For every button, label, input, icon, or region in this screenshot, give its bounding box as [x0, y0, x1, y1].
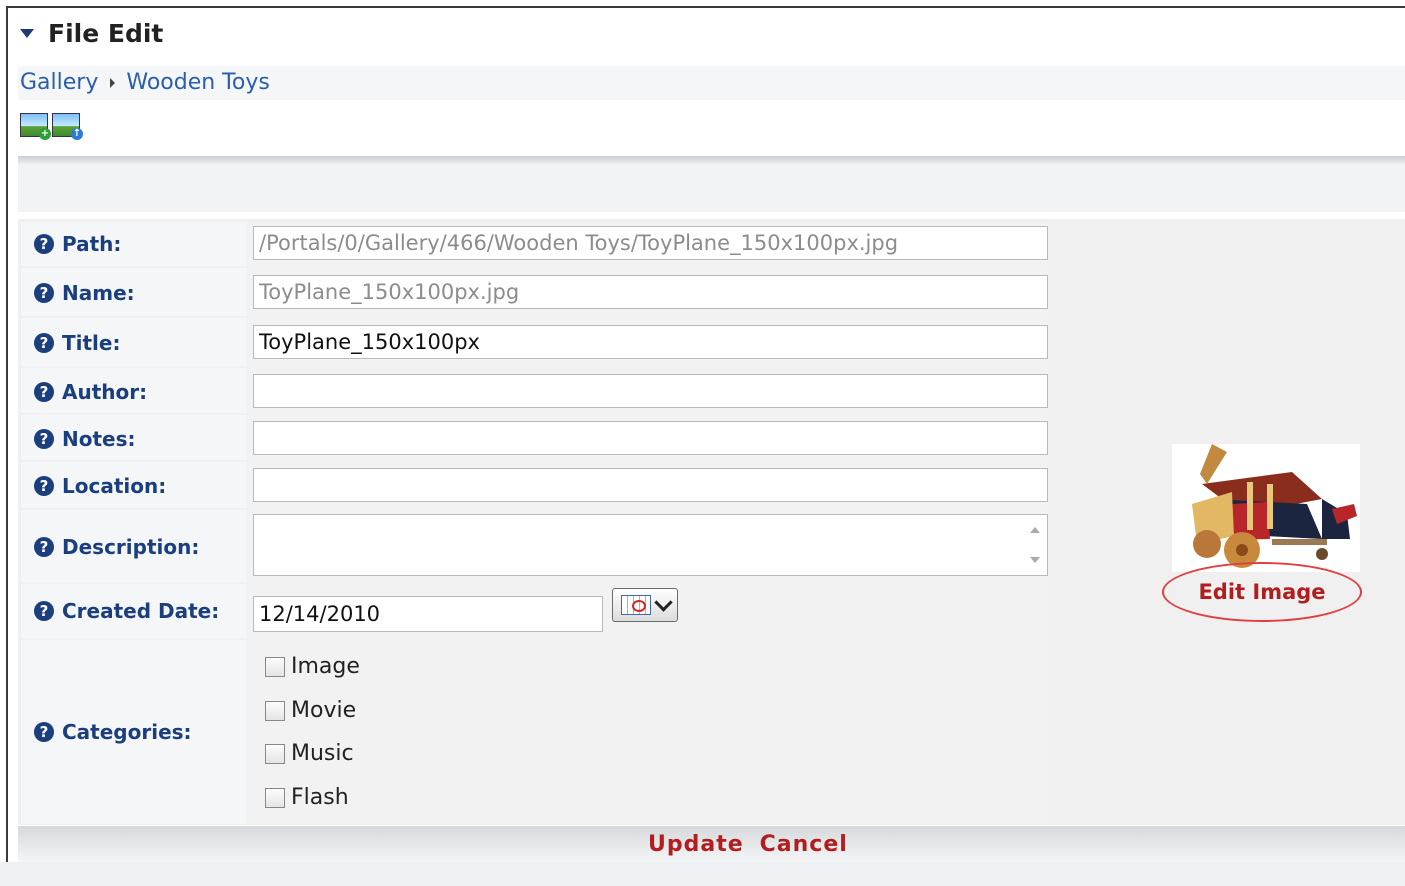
scrollbar[interactable]: [1025, 517, 1045, 573]
category-movie-option[interactable]: Movie: [265, 698, 356, 723]
help-icon[interactable]: ?: [34, 601, 54, 621]
category-music-option[interactable]: Music: [265, 741, 354, 766]
notes-label: ? Notes:: [34, 427, 136, 451]
toy-plane-picture: [1172, 444, 1360, 572]
help-icon[interactable]: ?: [34, 476, 54, 496]
location-label: ? Location:: [34, 474, 166, 498]
name-label: ? Name:: [34, 281, 135, 305]
help-icon[interactable]: ?: [34, 722, 54, 742]
toolbar-separator: [18, 156, 1405, 164]
breadcrumb-separator-icon: [110, 77, 116, 88]
checkbox[interactable]: [265, 743, 285, 764]
scroll-down-icon[interactable]: [1030, 557, 1040, 563]
description-label: ? Description:: [34, 535, 199, 559]
category-flash-option[interactable]: Flash: [265, 785, 349, 810]
help-icon[interactable]: ?: [34, 382, 54, 402]
edit-image-link[interactable]: Edit Image: [1162, 562, 1362, 622]
calendar-icon: [620, 595, 651, 615]
path-label: ? Path:: [34, 232, 121, 256]
toolbar: + ↑: [20, 113, 83, 140]
help-icon[interactable]: ?: [34, 429, 54, 449]
help-icon[interactable]: ?: [34, 333, 54, 353]
location-field[interactable]: [253, 468, 1048, 502]
help-icon[interactable]: ?: [34, 283, 54, 303]
notes-field[interactable]: [253, 421, 1048, 455]
scroll-up-icon[interactable]: [1030, 527, 1040, 533]
image-thumbnail[interactable]: [1172, 444, 1360, 572]
created-date-label: ? Created Date:: [34, 599, 219, 623]
help-icon[interactable]: ?: [34, 234, 54, 254]
checkbox[interactable]: [265, 787, 285, 808]
title-label: ? Title:: [34, 331, 120, 355]
path-field[interactable]: [253, 226, 1048, 260]
checkbox[interactable]: [265, 656, 285, 677]
categories-label: ? Categories:: [34, 720, 192, 744]
author-field[interactable]: [253, 374, 1048, 408]
checkbox[interactable]: [265, 700, 285, 721]
created-date-field[interactable]: [253, 596, 603, 632]
add-image-icon[interactable]: +: [20, 113, 51, 140]
update-button[interactable]: Update: [648, 832, 744, 857]
chevron-down-icon: [653, 592, 673, 612]
form-actions: Update Cancel: [648, 832, 848, 857]
title-field[interactable]: [253, 325, 1048, 359]
author-label: ? Author:: [34, 380, 147, 404]
breadcrumb-album-link[interactable]: Wooden Toys: [126, 70, 269, 95]
spacer-band: [18, 164, 1405, 212]
name-field[interactable]: [253, 275, 1048, 309]
upload-image-icon[interactable]: ↑: [52, 113, 83, 140]
cancel-button[interactable]: Cancel: [760, 832, 848, 857]
module-title: File Edit: [48, 18, 164, 48]
breadcrumb: Gallery Wooden Toys: [20, 70, 270, 95]
calendar-picker-button[interactable]: [612, 588, 678, 622]
description-field[interactable]: [253, 514, 1048, 576]
collapse-arrow-icon[interactable]: [20, 28, 34, 38]
bottom-band: [0, 862, 1405, 886]
category-image-option[interactable]: Image: [265, 654, 360, 679]
help-icon[interactable]: ?: [34, 537, 54, 557]
module-title-bar: File Edit: [20, 18, 163, 48]
breadcrumb-gallery-link[interactable]: Gallery: [20, 70, 98, 95]
